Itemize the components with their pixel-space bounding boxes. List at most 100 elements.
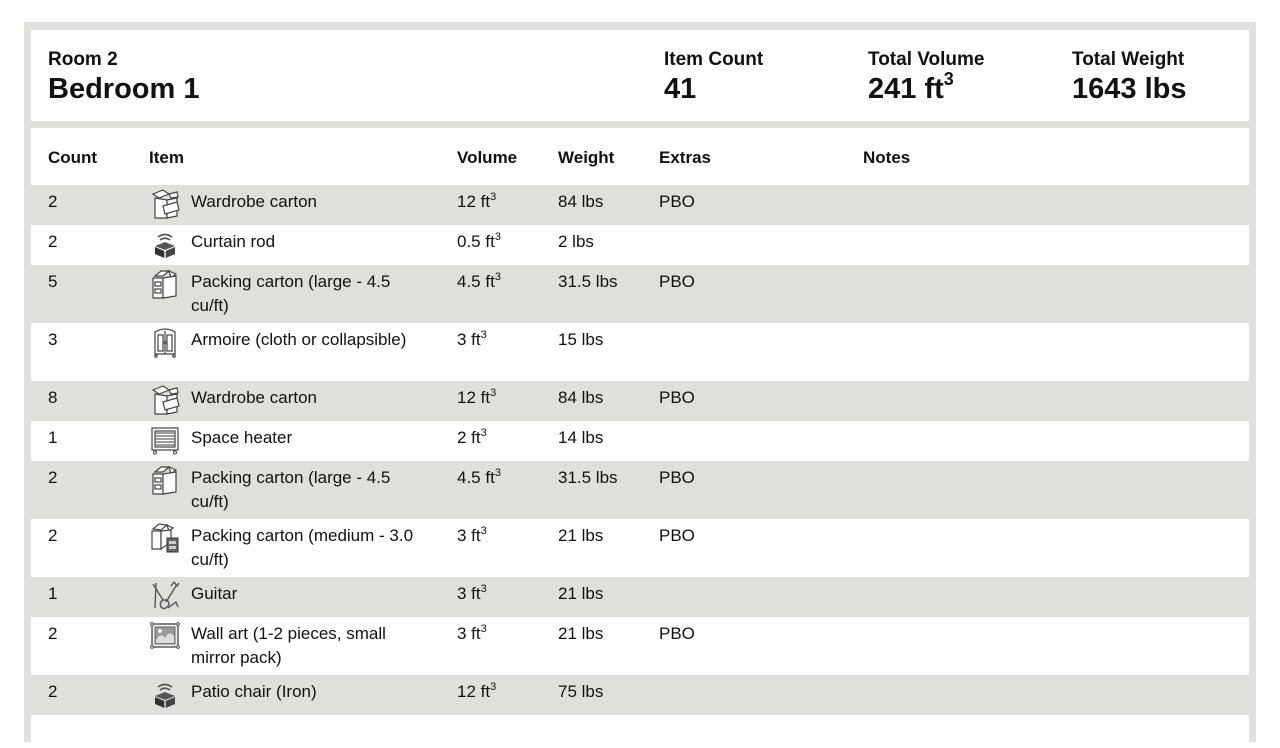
row-item-name: Guitar bbox=[191, 584, 238, 603]
item-count-label: Item Count bbox=[664, 49, 764, 70]
row-volume: 12 ft3 bbox=[457, 386, 496, 410]
total-weight-block: Total Weight 1643 lbs bbox=[1072, 49, 1186, 105]
table-row[interactable]: 2 Wall art (1-2 pieces, small mirror pack… bbox=[31, 617, 1249, 675]
room-inventory-card: Room 2 Bedroom 1 Item Count 41 Total Vol… bbox=[24, 22, 1256, 748]
total-weight-label: Total Weight bbox=[1072, 49, 1185, 70]
row-weight: 21 lbs bbox=[558, 526, 604, 545]
item-count-block: Item Count 41 bbox=[664, 49, 763, 105]
row-volume-value: 3 ft bbox=[457, 584, 481, 603]
row-volume: 0.5 ft3 bbox=[457, 230, 501, 254]
table-row[interactable]: 2 Packing carton (large - 4.5 cu/ft) 4.5 f… bbox=[31, 461, 1249, 519]
table-body: 2 Wardrobe carton 12 ft3 84 lbs PBO 2 Curtain … bbox=[31, 185, 1249, 715]
row-volume-value: 4.5 ft bbox=[457, 272, 495, 291]
row-extras: PBO bbox=[659, 272, 695, 291]
cubic-superscript: 3 bbox=[480, 583, 487, 595]
row-item-name: Packing carton (large - 4.5 cu/ft) bbox=[191, 272, 391, 315]
header-notes[interactable]: Notes bbox=[863, 148, 910, 168]
row-volume: 2 ft3 bbox=[457, 426, 487, 450]
packing-carton-large-icon bbox=[149, 268, 181, 300]
cubic-superscript: 3 bbox=[494, 467, 501, 479]
row-volume: 4.5 ft3 bbox=[457, 466, 501, 490]
header-weight[interactable]: Weight bbox=[558, 148, 614, 168]
row-count: 3 bbox=[48, 330, 58, 349]
table-row[interactable]: 8 Wardrobe carton 12 ft3 84 lbs PBO bbox=[31, 381, 1249, 421]
table-row[interactable]: 1 Guitar 3 ft3 21 lbs bbox=[31, 577, 1249, 617]
packing-carton-large-icon bbox=[149, 464, 181, 496]
row-volume: 3 ft3 bbox=[457, 582, 487, 606]
table-row[interactable]: 2 Curtain rod 0.5 ft3 2 lbs bbox=[31, 225, 1249, 265]
table-row[interactable]: 2 Patio chair (Iron) 12 ft3 75 lbs bbox=[31, 675, 1249, 715]
item-count-value: 41 bbox=[664, 73, 697, 105]
table-row[interactable]: 3 Armoire (cloth or collapsible) 3 ft3 15 l… bbox=[31, 323, 1249, 381]
row-item-name: Space heater bbox=[191, 428, 293, 447]
header-volume[interactable]: Volume bbox=[457, 148, 517, 168]
header-count[interactable]: Count bbox=[48, 148, 97, 168]
total-volume-value: 241 ft3 bbox=[868, 70, 984, 105]
row-extras: PBO bbox=[659, 192, 695, 211]
table-row[interactable]: 1 Space heater 2 ft3 14 lbs bbox=[31, 421, 1249, 461]
row-volume-value: 12 ft bbox=[457, 682, 491, 701]
cubic-superscript: 3 bbox=[494, 271, 501, 283]
row-item-name: Curtain rod bbox=[191, 232, 276, 251]
row-volume-value: 3 ft bbox=[457, 624, 481, 643]
row-weight: 21 lbs bbox=[558, 584, 604, 603]
cubic-superscript: 3 bbox=[480, 427, 487, 439]
total-volume-block: Total Volume 241 ft3 bbox=[868, 49, 984, 105]
row-item-name: Wall art (1-2 pieces, small mirror pack) bbox=[191, 624, 386, 667]
row-weight: 84 lbs bbox=[558, 192, 604, 211]
row-weight: 31.5 lbs bbox=[558, 468, 618, 487]
armoire-icon bbox=[149, 326, 181, 358]
row-count: 2 bbox=[48, 232, 58, 251]
row-weight: 15 lbs bbox=[558, 330, 604, 349]
row-extras: PBO bbox=[659, 526, 695, 545]
cubic-superscript: 3 bbox=[490, 191, 497, 203]
cubic-superscript: 3 bbox=[480, 525, 487, 537]
header-item[interactable]: Item bbox=[149, 148, 184, 168]
row-extras: PBO bbox=[659, 388, 695, 407]
row-count: 8 bbox=[48, 388, 58, 407]
row-volume-value: 12 ft bbox=[457, 192, 491, 211]
row-item-name: Packing carton (large - 4.5 cu/ft) bbox=[191, 468, 391, 511]
row-count: 2 bbox=[48, 526, 58, 545]
row-weight: 75 lbs bbox=[558, 682, 604, 701]
row-volume-value: 3 ft bbox=[457, 526, 481, 545]
row-volume: 3 ft3 bbox=[457, 524, 487, 548]
cubic-superscript: 3 bbox=[943, 69, 954, 89]
inventory-table: Count Item Volume Weight Extras Notes 2 W… bbox=[31, 128, 1249, 748]
row-count: 1 bbox=[48, 584, 58, 603]
row-count: 2 bbox=[48, 192, 58, 211]
room-label: Room 2 bbox=[48, 49, 118, 70]
row-volume: 12 ft3 bbox=[457, 680, 496, 704]
row-volume-value: 12 ft bbox=[457, 388, 491, 407]
cubic-superscript: 3 bbox=[490, 387, 497, 399]
row-weight: 84 lbs bbox=[558, 388, 604, 407]
row-volume: 3 ft3 bbox=[457, 622, 487, 646]
table-row[interactable]: 5 Packing carton (large - 4.5 cu/ft) 4.5 f… bbox=[31, 265, 1249, 323]
row-weight: 14 lbs bbox=[558, 428, 604, 447]
row-volume-value: 0.5 ft bbox=[457, 232, 495, 251]
header-extras[interactable]: Extras bbox=[659, 148, 711, 168]
total-volume-label: Total Volume bbox=[868, 49, 985, 70]
space-heater-icon bbox=[149, 424, 181, 456]
row-item-name: Patio chair (Iron) bbox=[191, 682, 317, 701]
row-volume: 3 ft3 bbox=[457, 328, 487, 352]
room-name: Bedroom 1 bbox=[48, 73, 200, 105]
room-summary-panel: Room 2 Bedroom 1 Item Count 41 Total Vol… bbox=[31, 30, 1249, 121]
row-count: 2 bbox=[48, 468, 58, 487]
row-count: 5 bbox=[48, 272, 58, 291]
row-volume-value: 2 ft bbox=[457, 428, 481, 447]
generic-item-icon bbox=[149, 228, 181, 260]
guitar-icon bbox=[149, 580, 181, 612]
row-count: 2 bbox=[48, 682, 58, 701]
row-volume-value: 4.5 ft bbox=[457, 468, 495, 487]
row-volume: 12 ft3 bbox=[457, 190, 496, 214]
cubic-superscript: 3 bbox=[490, 681, 497, 693]
cubic-superscript: 3 bbox=[480, 329, 487, 341]
row-weight: 21 lbs bbox=[558, 624, 604, 643]
table-row[interactable]: 2 Packing carton (medium - 3.0 cu/ft) 3 ft… bbox=[31, 519, 1249, 577]
cubic-superscript: 3 bbox=[494, 231, 501, 243]
row-weight: 2 lbs bbox=[558, 232, 594, 251]
table-row[interactable]: 2 Wardrobe carton 12 ft3 84 lbs PBO bbox=[31, 185, 1249, 225]
packing-carton-medium-icon bbox=[149, 522, 181, 554]
row-weight: 31.5 lbs bbox=[558, 272, 618, 291]
